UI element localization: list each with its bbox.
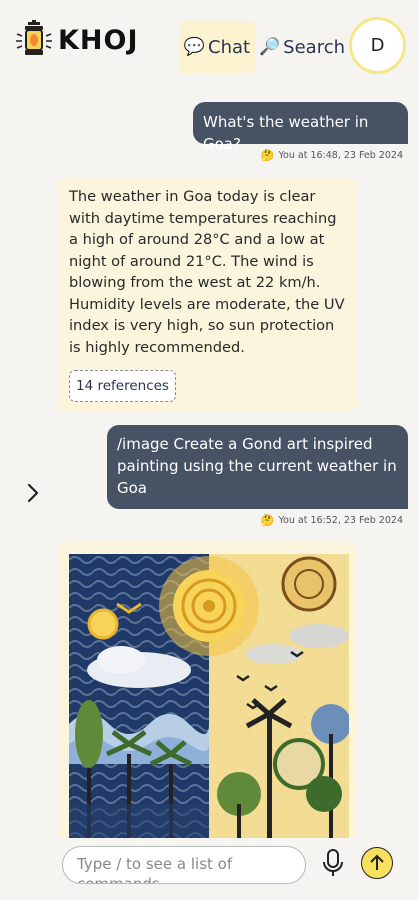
- microphone-icon[interactable]: [322, 848, 344, 878]
- thinking-emoji-icon: 🤔: [260, 149, 275, 162]
- chat-input[interactable]: Type / to see a list of commands: [62, 846, 306, 884]
- app-header: KHOJ 💬 Chat 🔎 Search D: [0, 0, 419, 90]
- message-timestamp: You at 16:52, 23 Feb 2024: [278, 515, 403, 526]
- user-message-bubble: What's the weather in Goa?: [193, 102, 408, 153]
- assistant-image-message: [57, 542, 358, 842]
- message-meta: 🤔 You at 16:52, 23 Feb 2024: [261, 514, 403, 527]
- nav-chat-label: Chat: [208, 36, 251, 58]
- user-message-bubble: /image Create a Gond art inspired painti…: [107, 425, 408, 509]
- thinking-emoji-icon: 🤔: [260, 514, 275, 527]
- arrow-up-icon: [370, 854, 384, 870]
- chevron-right-icon[interactable]: [24, 481, 42, 505]
- chat-input-placeholder: Type / to see a list of commands: [77, 855, 233, 884]
- message-meta: 🤔 You at 16:48, 23 Feb 2024: [261, 149, 403, 162]
- nav-search-label: Search: [283, 36, 346, 58]
- nav-chat-button[interactable]: 💬 Chat: [179, 21, 255, 73]
- references-button[interactable]: 14 references: [69, 370, 176, 402]
- send-button[interactable]: [361, 847, 393, 879]
- chat-composer: Type / to see a list of commands: [0, 838, 419, 900]
- assistant-message-text: The weather in Goa today is clear with d…: [69, 188, 345, 356]
- user-message-text: /image Create a Gond art inspired painti…: [117, 435, 397, 497]
- speech-bubble-icon: 💬: [183, 37, 206, 57]
- lantern-icon: [16, 20, 52, 55]
- logo-text: KHOJ: [58, 24, 139, 56]
- assistant-message-bubble: The weather in Goa today is clear with d…: [57, 177, 358, 412]
- generated-gond-art-image[interactable]: [69, 554, 349, 842]
- avatar-initial: D: [370, 35, 385, 56]
- user-message-text: What's the weather in Goa?: [203, 113, 369, 153]
- user-avatar[interactable]: D: [349, 17, 406, 74]
- magnifier-icon: 🔎: [259, 37, 281, 57]
- nav-search-button[interactable]: 🔎 Search: [259, 21, 345, 73]
- khoj-logo[interactable]: KHOJ: [14, 20, 139, 60]
- message-timestamp: You at 16:48, 23 Feb 2024: [278, 150, 403, 161]
